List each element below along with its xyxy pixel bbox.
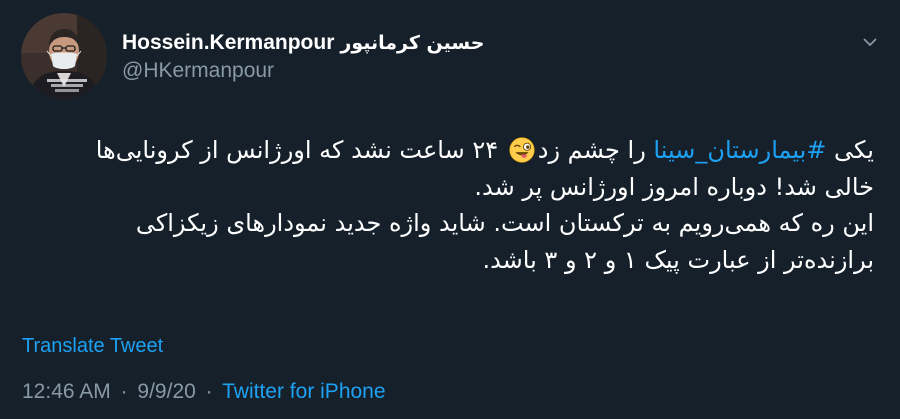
tweet-date[interactable]: 9/9/20 xyxy=(137,380,195,403)
tweet-line-4: برازنده‌تر از عبارت پیک ۱ و ۲ و ۳ باشد. xyxy=(482,245,874,274)
author-handle[interactable]: @HKermanpour xyxy=(122,59,274,83)
meta-separator: · xyxy=(120,380,128,403)
tweet-time[interactable]: 12:46 AM xyxy=(22,380,111,403)
tweet-line-1-prefix: یکی xyxy=(826,136,874,164)
avatar-image xyxy=(21,13,107,99)
tweet-text: یکی #بیمارستان_سینا را چشم زد ۲۴ ساعت نش… xyxy=(14,132,874,278)
meta-separator: · xyxy=(205,380,213,403)
tweet-line-2: خالی شد! دوباره امروز اورژانس پر شد. xyxy=(474,172,874,201)
tweet-meta: 12:46 AM · 9/9/20 · Twitter for iPhone xyxy=(22,380,386,404)
hashtag-link[interactable]: #بیمارستان_سینا xyxy=(653,136,826,164)
translate-tweet-link[interactable]: Translate Tweet xyxy=(22,335,163,358)
tweet-source-link[interactable]: Twitter for iPhone xyxy=(222,380,385,403)
chevron-down-icon[interactable] xyxy=(858,30,882,54)
avatar[interactable] xyxy=(21,13,107,99)
display-name-persian[interactable]: حسین کرمانپور xyxy=(340,32,484,54)
tweet-line-1-middle: را چشم زد xyxy=(537,136,654,164)
tweet-card: Hossein.Kermanpour حسین کرمانپور @HKerma… xyxy=(0,0,900,419)
tweet-line-1: یکی #بیمارستان_سینا را چشم زد ۲۴ ساعت نش… xyxy=(14,132,874,169)
winking-face-with-tongue-icon xyxy=(509,137,535,163)
author-name[interactable]: Hossein.Kermanpour حسین کرمانپور xyxy=(122,31,484,55)
tweet-line-3: این ره که همی‌رویم به ترکستان است. شاید … xyxy=(135,209,874,237)
tweet-line-1-suffix: ۲۴ ساعت نشد که اورژانس از کرونایی‌ها xyxy=(95,136,506,164)
display-name-latin[interactable]: Hossein.Kermanpour xyxy=(122,31,334,55)
